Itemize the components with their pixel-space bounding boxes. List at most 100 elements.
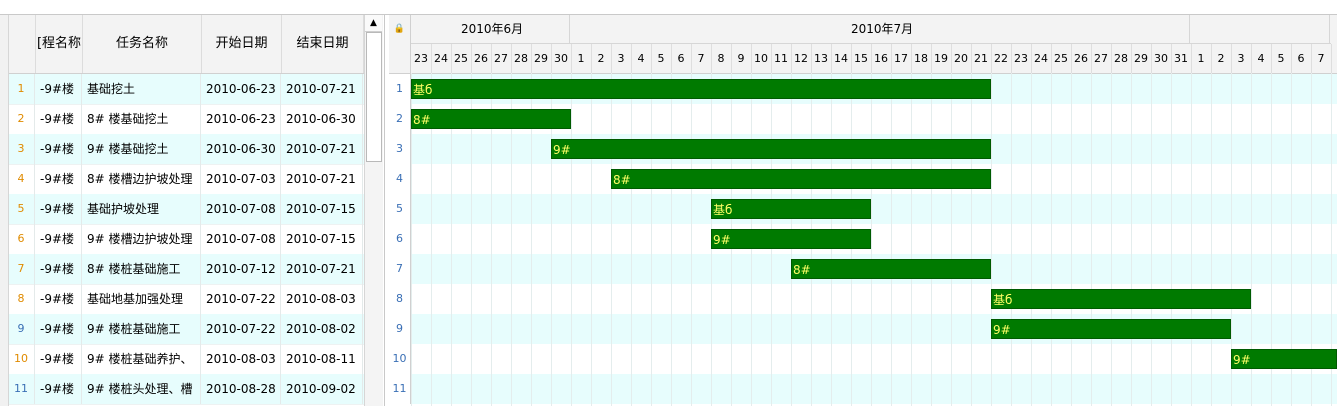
table-row[interactable]: 2 -9#楼 8# 楼基础挖土 2010-06-23 2010-06-30	[0, 104, 364, 135]
cell-start-date: 2010-06-30	[202, 134, 281, 164]
gantt-task-bar[interactable]: 9#	[551, 139, 991, 159]
column-header-project[interactable]: [程名称	[36, 15, 83, 73]
day-gridline	[1211, 73, 1212, 406]
cell-start-date: 2010-07-12	[202, 254, 281, 284]
day-gridline	[1071, 73, 1072, 406]
toolbar-strip	[0, 0, 1337, 15]
day-gridline	[1091, 73, 1092, 406]
gantt-task-bar[interactable]: 9#	[711, 229, 871, 249]
cell-task: 基础护坡处理	[83, 194, 201, 224]
lock-icon[interactable]: 🔒	[389, 15, 411, 73]
table-row[interactable]: 6 -9#楼 9# 楼槽边护坡处理 2010-07-08 2010-07-15	[0, 224, 364, 255]
table-row[interactable]: 8 -9#楼 基础地基加强处理 2010-07-22 2010-08-03	[0, 284, 364, 315]
gantt-task-bar[interactable]: 8#	[411, 109, 571, 129]
day-gridline	[591, 73, 592, 406]
day-gridline	[1131, 73, 1132, 406]
day-gridline	[1031, 73, 1032, 406]
row-number: 6	[8, 224, 35, 254]
cell-task: 9# 楼基础挖土	[83, 134, 201, 164]
table-row[interactable]: 4 -9#楼 8# 楼槽边护坡处理 2010-07-03 2010-07-21	[0, 164, 364, 195]
gantt-task-bar[interactable]: 9#	[1231, 349, 1337, 369]
month-scale: 2010年6月 2010年7月	[411, 15, 1331, 44]
cell-task: 8# 楼槽边护坡处理	[83, 164, 201, 194]
column-header-end[interactable]: 结束日期	[282, 15, 364, 73]
day-tick-label: 20	[951, 44, 972, 73]
table-row[interactable]: 5 -9#楼 基础护坡处理 2010-07-08 2010-07-15	[0, 194, 364, 225]
day-gridline	[671, 73, 672, 406]
gantt-row-number: 2	[389, 104, 411, 134]
table-row[interactable]: 7 -9#楼 8# 楼桩基础施工 2010-07-12 2010-07-21	[0, 254, 364, 285]
cell-project: -9#楼	[36, 164, 82, 194]
gantt-task-bar[interactable]: 9#	[991, 319, 1231, 339]
day-tick-label: 1	[571, 44, 592, 73]
day-tick-label: 15	[851, 44, 872, 73]
gantt-task-bar[interactable]: 8#	[611, 169, 991, 189]
table-row[interactable]: 3 -9#楼 9# 楼基础挖土 2010-06-30 2010-07-21	[0, 134, 364, 165]
day-tick-label: 29	[1131, 44, 1152, 73]
day-tick-label: 10	[751, 44, 772, 73]
cell-start-date: 2010-07-08	[202, 194, 281, 224]
row-number: 7	[8, 254, 35, 284]
rownum-header	[8, 15, 36, 73]
day-tick-label: 6	[1291, 44, 1312, 73]
cell-start-date: 2010-08-28	[202, 374, 281, 404]
day-gridline	[1191, 73, 1192, 406]
day-tick-label: 12	[791, 44, 812, 73]
day-tick-label: 3	[611, 44, 632, 73]
day-tick-label: 4	[631, 44, 652, 73]
cell-end-date: 2010-07-21	[282, 134, 363, 164]
day-tick-label: 5	[651, 44, 672, 73]
gantt-task-bar[interactable]: 基б	[711, 199, 871, 219]
cell-task: 8# 楼基础挖土	[83, 104, 201, 134]
day-gridline	[571, 73, 572, 406]
row-number: 5	[8, 194, 35, 224]
gantt-row-number: 10	[389, 344, 411, 374]
gantt-task-bar[interactable]: 8#	[791, 259, 991, 279]
day-tick-label: 26	[1071, 44, 1092, 73]
gantt-task-bar[interactable]: 基б	[411, 79, 991, 99]
row-number: 4	[8, 164, 35, 194]
day-tick-label: 13	[811, 44, 832, 73]
day-tick-label: 2	[1211, 44, 1232, 73]
gantt-timescale-header: 🔒 2010年6月 2010年7月 23 24 25 26 27 28 29 30 1 2 3 4 5 6 7…	[389, 15, 1337, 74]
table-row[interactable]: 9 -9#楼 9# 楼桩基础施工 2010-07-22 2010-08-02	[0, 314, 364, 345]
table-row[interactable]: 10 -9#楼 9# 楼桩基础养护、 2010-08-03 2010-08-11	[0, 344, 364, 375]
cell-project: -9#楼	[36, 134, 82, 164]
day-tick-label: 25	[1051, 44, 1072, 73]
table-row[interactable]: 1 -9#楼 基础挖土 2010-06-23 2010-07-21	[0, 74, 364, 105]
scroll-up-arrow-icon[interactable]: ▲	[365, 15, 382, 32]
table-row[interactable]: 11 -9#楼 9# 楼桩头处理、槽 2010-08-28 2010-09-02	[0, 374, 364, 405]
day-gridline	[1011, 73, 1012, 406]
cell-start-date: 2010-06-23	[202, 74, 281, 104]
day-tick-label: 4	[1251, 44, 1272, 73]
day-tick-label: 7	[691, 44, 712, 73]
vertical-scrollbar[interactable]: ▲	[364, 15, 383, 406]
day-gridline	[1051, 73, 1052, 406]
day-gridline	[1111, 73, 1112, 406]
day-tick-label: 19	[931, 44, 952, 73]
task-grid-header: [程名称 任务名称 开始日期 结束日期	[0, 15, 364, 74]
cell-start-date: 2010-07-22	[202, 284, 281, 314]
row-number: 1	[8, 74, 35, 104]
day-gridline	[931, 73, 932, 406]
gantt-row-number: 3	[389, 134, 411, 164]
day-tick-label: 18	[911, 44, 932, 73]
day-tick-label: 8	[711, 44, 732, 73]
gantt-row-number: 5	[389, 194, 411, 224]
cell-end-date: 2010-07-15	[282, 224, 363, 254]
cell-project: -9#楼	[36, 74, 82, 104]
gantt-task-bar[interactable]: 基б	[991, 289, 1251, 309]
day-tick-label: 21	[971, 44, 992, 73]
day-tick-label: 30	[1151, 44, 1172, 73]
row-number: 10	[8, 344, 35, 374]
day-gridline	[971, 73, 972, 406]
row-number: 9	[8, 314, 35, 344]
scroll-thumb[interactable]	[366, 32, 382, 162]
day-gridline	[691, 73, 692, 406]
column-header-start[interactable]: 开始日期	[202, 15, 282, 73]
cell-project: -9#楼	[36, 104, 82, 134]
column-header-task[interactable]: 任务名称	[83, 15, 202, 73]
day-tick-label: 17	[891, 44, 912, 73]
gantt-row-number: 7	[389, 254, 411, 284]
day-tick-label: 9	[731, 44, 752, 73]
